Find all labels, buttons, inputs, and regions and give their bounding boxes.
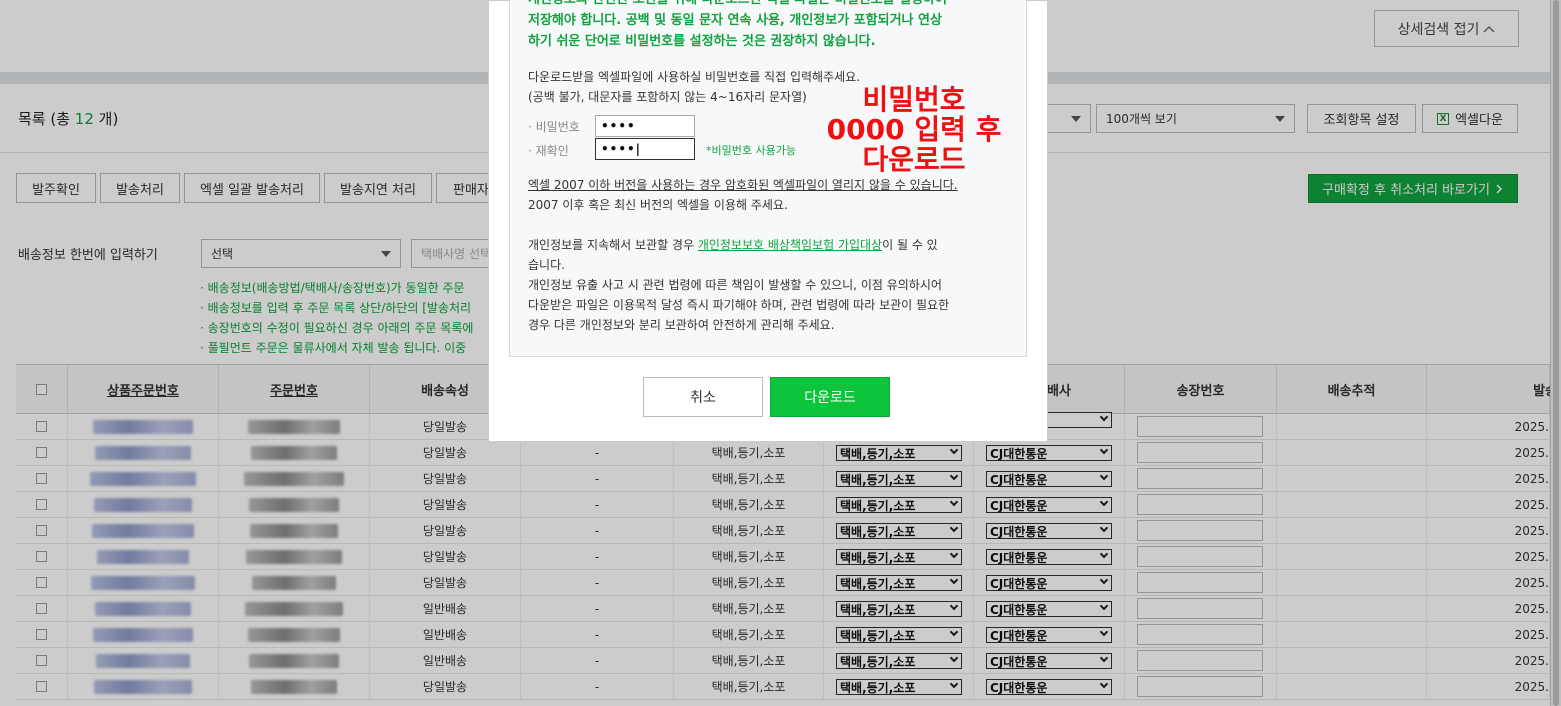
privacy-prefix: 개인정보를 지속해서 보관할 경우 bbox=[528, 238, 698, 252]
annotation-overlay: 비밀번호 0000 입력 후 다운로드 bbox=[819, 85, 1009, 175]
privacy-note-1: 개인정보를 지속해서 보관할 경우 개인정보보호 배상책임보험 가입대상이 될 … bbox=[528, 235, 938, 255]
password-download-modal: 개인정보의 안전한 보관을 위해 다운로드된 엑셀 파일은 비밀번호를 설정하여… bbox=[488, 0, 1048, 442]
confirm-password-input[interactable]: ••••| bbox=[595, 138, 695, 160]
warning-line: 개인정보의 안전한 보관을 위해 다운로드된 엑셀 파일은 비밀번호를 설정하여 bbox=[528, 0, 1018, 10]
instruction-1: 다운로드받을 엑셀파일에 사용하실 비밀번호를 직접 입력해주세요. bbox=[528, 70, 861, 84]
cancel-button[interactable]: 취소 bbox=[643, 377, 763, 417]
annotation-line: 0000 입력 후 bbox=[826, 113, 1002, 146]
password-input[interactable]: •••• bbox=[595, 115, 695, 137]
password-valid-message: *비밀번호 사용가능 bbox=[706, 144, 796, 157]
annotation-line: 다운로드 bbox=[862, 143, 966, 176]
download-button[interactable]: 다운로드 bbox=[770, 377, 890, 417]
excel-version-note-2: 2007 이후 혹은 최신 버전의 엑셀을 이용해 주세요. bbox=[528, 198, 788, 212]
warning-line: 저장해야 합니다. 공백 및 동일 문자 연속 사용, 개인정보가 포함되거나 … bbox=[528, 13, 942, 28]
privacy-note-2: 개인정보 유출 사고 시 관련 법령에 따른 책임이 발생할 수 있으니, 이점… bbox=[528, 278, 942, 292]
privacy-suffix: 이 될 수 있 bbox=[882, 238, 938, 252]
instruction-2: (공백 불가, 대문자를 포함하지 않는 4~16자리 문자열) bbox=[528, 90, 807, 104]
privacy-note-3: 다운받은 파일은 이용목적 달성 즉시 파기해야 하며, 관련 법령에 따라 보… bbox=[528, 298, 950, 312]
confirm-password-label: · 재확인 bbox=[528, 144, 569, 158]
password-warning: 개인정보의 안전한 보관을 위해 다운로드된 엑셀 파일은 비밀번호를 설정하여… bbox=[528, 0, 1018, 52]
warning-line: 하기 쉬운 단어로 비밀번호를 설정하는 것은 권장하지 않습니다. bbox=[528, 34, 876, 49]
excel-version-note: 엑셀 2007 이하 버전을 사용하는 경우 암호화된 엑셀파일이 열리지 않을… bbox=[528, 178, 958, 192]
password-label: · 비밀번호 bbox=[528, 120, 580, 134]
annotation-line: 비밀번호 bbox=[862, 83, 966, 116]
insurance-link[interactable]: 개인정보보호 배상책임보험 가입대상 bbox=[698, 238, 882, 252]
privacy-note-4: 경우 다른 개인정보와 분리 보관하여 안전하게 관리해 주세요. bbox=[528, 318, 835, 332]
privacy-note-cont: 습니다. bbox=[528, 258, 565, 272]
